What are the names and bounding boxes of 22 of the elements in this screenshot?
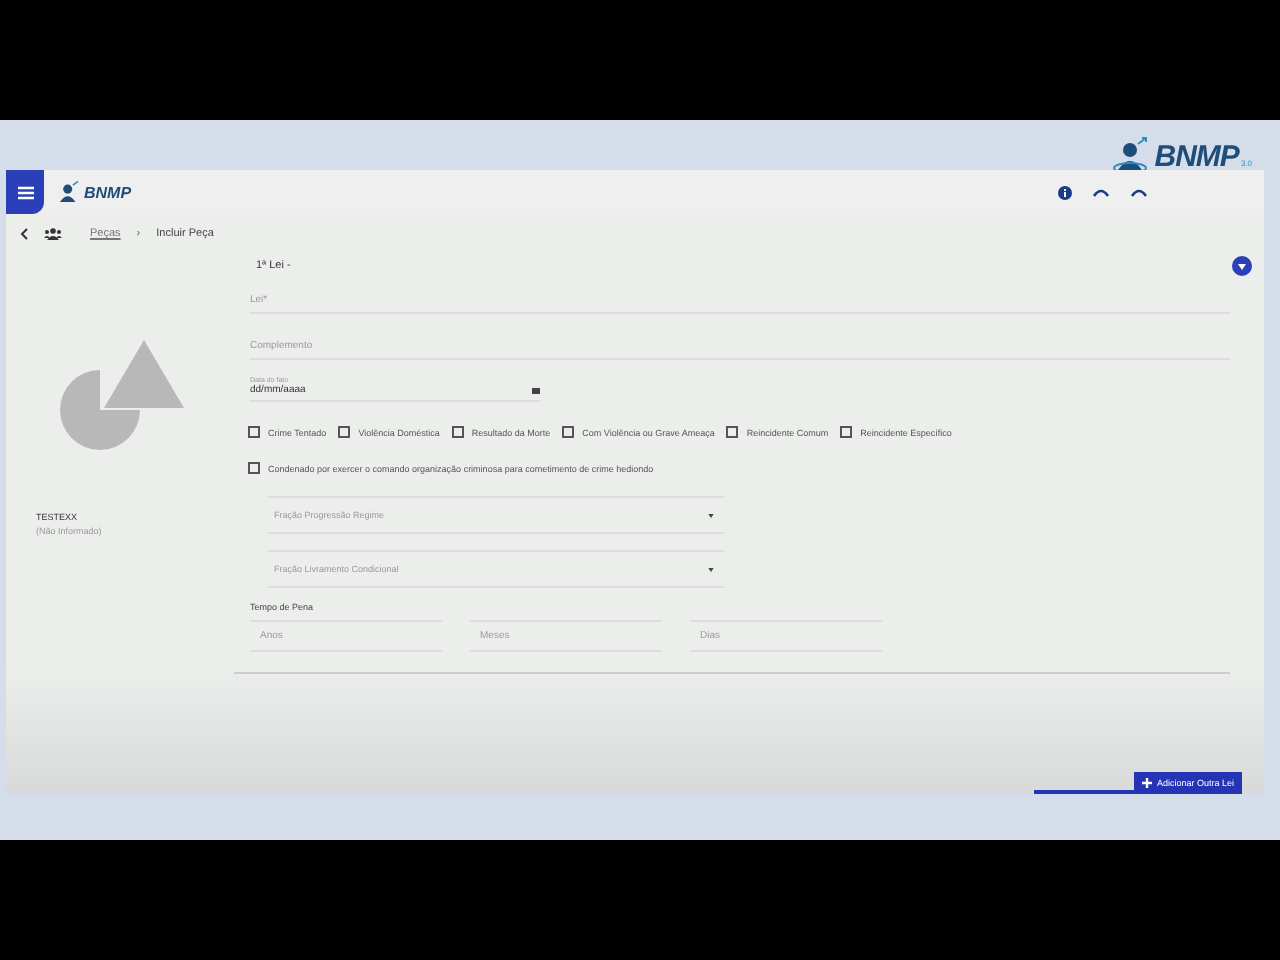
checkbox[interactable] [840, 426, 853, 438]
menu-icon [17, 185, 33, 199]
expand-button[interactable] [1232, 256, 1252, 276]
plus-icon [1142, 778, 1153, 788]
person-logo-icon [56, 179, 82, 205]
chevron-left-icon [20, 228, 28, 240]
checkbox[interactable] [451, 426, 464, 438]
info-icon[interactable] [1058, 185, 1072, 199]
menu-button[interactable] [6, 170, 44, 214]
back-button[interactable] [20, 228, 28, 240]
people-icon [44, 228, 62, 240]
caret-down-icon [708, 513, 714, 517]
checkbox[interactable] [562, 426, 575, 438]
checkbox[interactable] [726, 426, 739, 438]
caret-down-icon [1238, 263, 1246, 269]
logo-text: BNMP [1154, 139, 1239, 173]
checkbox[interactable] [248, 426, 260, 438]
logo-text: BNMP [84, 183, 132, 201]
placeholder-shapes-icon [60, 340, 184, 452]
checkbox[interactable] [338, 426, 351, 438]
checkbox[interactable] [248, 462, 260, 474]
caret-down-icon [708, 567, 714, 571]
